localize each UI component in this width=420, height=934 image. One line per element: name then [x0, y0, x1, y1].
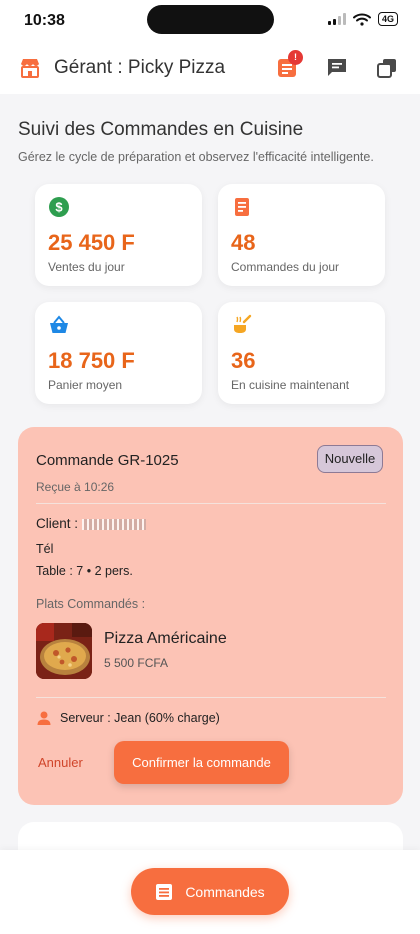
divider [36, 697, 386, 698]
basket-icon [50, 315, 68, 333]
page-title: Suivi des Commandes en Cuisine [18, 119, 304, 140]
stat-card-basket: 18 750 F Panier moyen [35, 302, 202, 404]
message-icon[interactable] [325, 56, 349, 80]
tel-label: Tél [36, 542, 54, 556]
order-title: Commande GR-1025 [36, 452, 179, 469]
stat-value: 36 [231, 348, 256, 373]
wifi-icon [352, 13, 371, 26]
switch-view-icon[interactable] [375, 56, 399, 80]
status-time: 10:38 [24, 12, 65, 29]
dollar-icon: $ [49, 197, 69, 217]
confirm-order-button[interactable]: Confirmer la commande [114, 741, 289, 784]
notification-badge: ! [288, 50, 303, 65]
stat-label: En cuisine maintenant [231, 378, 350, 392]
cooking-icon [234, 314, 252, 333]
status-badge: Nouvelle [317, 445, 383, 473]
stat-label: Panier moyen [48, 378, 123, 392]
store-icon [21, 59, 39, 78]
camera-notch [147, 5, 274, 34]
status-icons: 4G [327, 12, 398, 26]
list-icon [156, 883, 173, 900]
pizza-image [36, 623, 92, 679]
order-received-time: Reçue à 10:26 [36, 480, 115, 494]
orders-button-label: Commandes [185, 883, 265, 900]
stat-value: 25 450 F [48, 230, 135, 255]
stat-value: 48 [231, 230, 256, 255]
dish-price: 5 500 FCFA [104, 656, 169, 670]
receipt-icon [235, 198, 249, 216]
stat-card-orders: 48 Commandes du jour [218, 184, 385, 286]
signal-icon [327, 13, 346, 25]
divider [36, 503, 386, 504]
stat-card-sales: $ 25 450 F Ventes du jour [35, 184, 202, 286]
page-subtitle: Gérez le cycle de préparation et observe… [18, 150, 374, 164]
dish-name: Pizza Américaine [104, 630, 227, 647]
app-title: Gérant : Picky Pizza [54, 57, 226, 78]
dishes-label: Plats Commandés : [36, 597, 146, 611]
svg-text:$: $ [55, 200, 63, 215]
cancel-button[interactable]: Annuler [38, 745, 108, 781]
table-info: Table : 7 • 2 pers. [36, 564, 133, 578]
network-badge: 4G [377, 12, 398, 26]
stat-label: Commandes du jour [231, 260, 340, 274]
orders-button[interactable]: Commandes [131, 868, 289, 915]
stat-label: Ventes du jour [48, 260, 125, 274]
bottom-bar: Commandes [0, 850, 420, 934]
redacted-client-name [81, 518, 146, 530]
person-icon [37, 711, 51, 725]
server-info: Serveur : Jean (60% charge) [60, 711, 220, 725]
client-line: Client : [36, 516, 146, 531]
stat-value: 18 750 F [48, 348, 135, 373]
status-bar: 10:38 4G [0, 0, 420, 44]
stat-card-cooking: 36 En cuisine maintenant [218, 302, 385, 404]
app-header: Gérant : Picky Pizza ! [0, 44, 420, 94]
client-label: Client : [36, 516, 79, 531]
order-card[interactable]: Commande GR-1025 Nouvelle Reçue à 10:26 … [18, 427, 403, 805]
